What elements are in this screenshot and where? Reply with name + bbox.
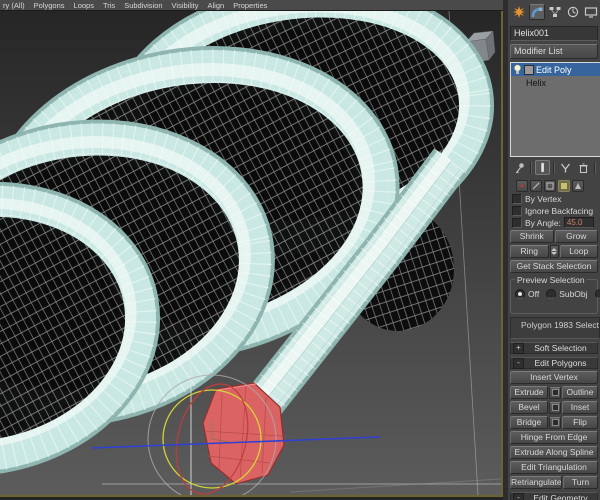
ring-button[interactable]: Ring (510, 245, 549, 258)
edit-triangulation-button[interactable]: Edit Triangulation (510, 461, 598, 474)
command-panel: Helix001 Modifier List Edit Poly Helix B… (508, 0, 600, 500)
rollout-title: Edit Polygons (534, 358, 587, 368)
motion-icon (567, 6, 579, 18)
rollout-title: Edit Geometry (533, 493, 588, 500)
menu-item-geometry-all[interactable]: ry (All) (3, 1, 25, 10)
hinge-from-edge-button[interactable]: Hinge From Edge (510, 431, 598, 444)
modifier-stack-label: Edit Poly (536, 64, 572, 75)
bridge-settings-icon[interactable] (549, 416, 561, 429)
preview-subobj-radio[interactable] (546, 289, 557, 299)
make-unique-icon[interactable] (558, 160, 573, 175)
by-angle-row: By Angle: 45.0 (512, 217, 600, 228)
rollout-collapse-icon[interactable]: - (513, 357, 524, 369)
visibility-bulb-icon[interactable] (513, 64, 522, 75)
preview-selection-title: Preview Selection (515, 275, 587, 285)
ignore-backfacing-label: Ignore Backfacing (525, 205, 594, 216)
preview-off-radio[interactable] (515, 289, 525, 299)
perspective-viewport[interactable] (0, 0, 503, 500)
menu-item-loops[interactable]: Loops (74, 1, 94, 10)
menu-item-tris[interactable]: Tris (103, 1, 115, 10)
insert-vertex-button[interactable]: Insert Vertex (510, 371, 598, 384)
create-icon (513, 6, 525, 18)
menu-item-align[interactable]: Align (208, 1, 225, 10)
ring-loop-spinner[interactable] (549, 245, 559, 258)
bevel-settings-icon[interactable] (549, 401, 561, 414)
ignore-backfacing-row: Ignore Backfacing (512, 205, 600, 216)
modify-tab[interactable] (529, 4, 545, 20)
border-subobject-icon[interactable] (544, 179, 556, 192)
command-panel-tabs (508, 0, 600, 22)
modifier-icon (524, 64, 534, 75)
preview-subobj-label: SubObj (559, 289, 588, 299)
menu-item-visibility[interactable]: Visibility (172, 1, 199, 10)
modifier-list-dropdown[interactable]: Modifier List (510, 44, 598, 59)
show-end-result-icon[interactable] (535, 160, 550, 175)
extrude-settings-icon[interactable] (549, 386, 561, 399)
preview-multi-radio[interactable] (594, 289, 600, 299)
bevel-button[interactable]: Bevel (510, 401, 548, 414)
inset-button[interactable]: Inset (562, 401, 598, 414)
by-vertex-row: By Vertex (512, 193, 600, 204)
motion-tab[interactable] (565, 4, 581, 20)
extrude-along-spline-button[interactable]: Extrude Along Spline (510, 446, 598, 459)
display-icon (584, 7, 598, 18)
modifier-stack-item-edit-poly[interactable]: Edit Poly (511, 63, 600, 76)
loop-button[interactable]: Loop (559, 245, 598, 258)
by-angle-value-field[interactable]: 45.0 (563, 217, 594, 228)
hierarchy-icon (549, 7, 561, 17)
hierarchy-tab[interactable] (547, 4, 563, 20)
by-angle-label: By Angle: (525, 217, 561, 228)
rollout-collapse-icon[interactable]: - (513, 492, 524, 500)
rollout-title: Soft Selection (534, 343, 587, 353)
menu-item-properties[interactable]: Properties (233, 1, 267, 10)
preview-selection-group: Preview Selection Off SubObj Multi (510, 275, 600, 314)
object-name-field[interactable]: Helix001 (510, 26, 598, 41)
pin-stack-icon[interactable] (512, 160, 527, 175)
flip-button[interactable]: Flip (562, 416, 598, 429)
edit-geometry-rollout[interactable]: - Edit Geometry (510, 492, 598, 500)
rollout-expand-icon[interactable]: + (513, 342, 524, 354)
quad-menu-bar: ry (All) Polygons Loops Tris Subdivision… (0, 0, 506, 11)
modifier-stack: Edit Poly Helix (510, 62, 600, 157)
outline-button[interactable]: Outline (562, 386, 598, 399)
extrude-button[interactable]: Extrude (510, 386, 548, 399)
by-vertex-label: By Vertex (525, 193, 562, 204)
create-tab[interactable] (511, 4, 527, 20)
display-tab[interactable] (583, 4, 599, 20)
selection-status-text: Polygon 1983 Selected (510, 317, 600, 339)
by-vertex-checkbox[interactable] (512, 193, 522, 204)
turn-button[interactable]: Turn (563, 476, 598, 489)
ignore-backfacing-checkbox[interactable] (512, 205, 522, 216)
by-angle-checkbox[interactable] (512, 217, 522, 228)
subobject-level-buttons (508, 179, 600, 192)
remove-modifier-icon[interactable] (576, 160, 591, 175)
vertex-subobject-icon[interactable] (516, 179, 528, 192)
edit-polygons-rollout[interactable]: - Edit Polygons (510, 357, 598, 369)
grow-button[interactable]: Grow (554, 230, 598, 243)
retriangulate-button[interactable]: Retriangulate (510, 476, 562, 489)
modifier-stack-label: Helix (526, 77, 547, 88)
bridge-button[interactable]: Bridge (510, 416, 548, 429)
polygon-subobject-icon[interactable] (558, 179, 570, 192)
edge-subobject-icon[interactable] (530, 179, 542, 192)
get-stack-selection-button[interactable]: Get Stack Selection (510, 260, 598, 273)
element-subobject-icon[interactable] (572, 179, 584, 192)
preview-off-label: Off (528, 289, 540, 299)
menu-item-subdivision[interactable]: Subdivision (124, 1, 162, 10)
modifier-stack-item-helix[interactable]: Helix (511, 76, 600, 89)
menu-item-polygons[interactable]: Polygons (34, 1, 65, 10)
shrink-button[interactable]: Shrink (510, 230, 554, 243)
viewport-scene[interactable] (0, 0, 502, 500)
modifier-stack-toolbar (508, 159, 600, 176)
modify-icon (531, 7, 543, 18)
soft-selection-rollout[interactable]: + Soft Selection (510, 342, 598, 354)
